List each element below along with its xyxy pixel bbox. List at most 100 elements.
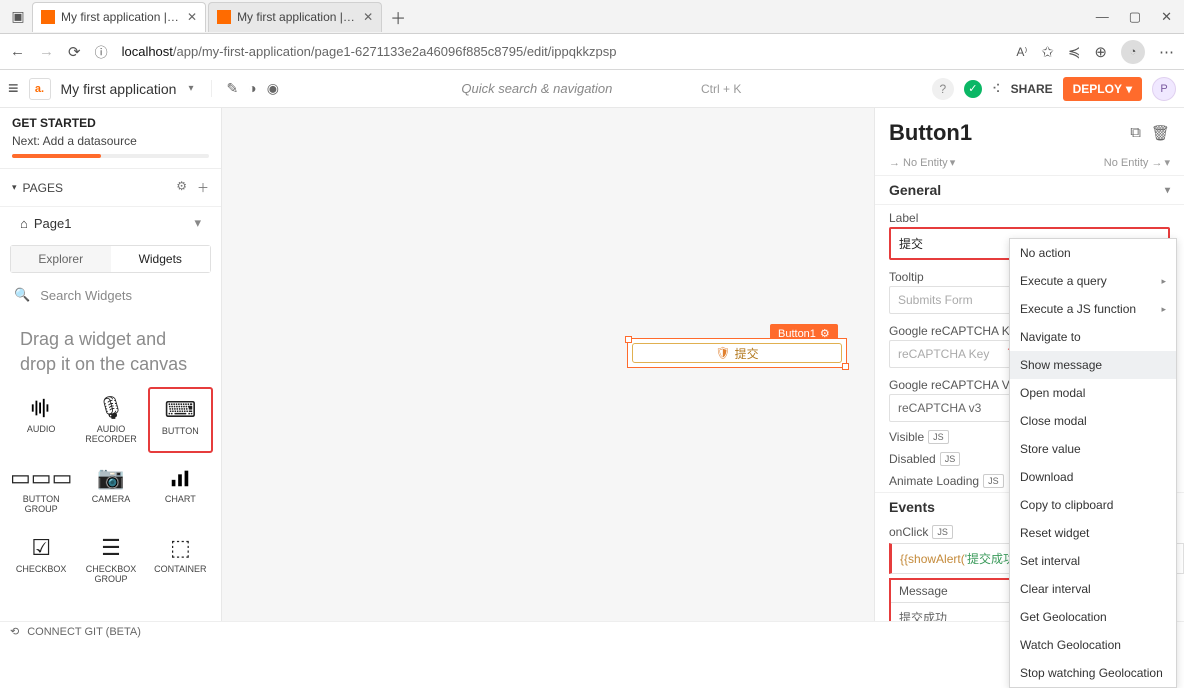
more-icon[interactable]: ⋯: [1159, 43, 1174, 61]
shield-icon: 🛡: [715, 346, 730, 360]
widget-container[interactable]: ⬚CONTAINER: [148, 527, 213, 593]
comment-icon[interactable]: ◑: [248, 80, 256, 97]
back-icon[interactable]: ←: [10, 43, 25, 60]
read-aloud-icon[interactable]: A⁾: [1016, 45, 1027, 59]
deploy-button[interactable]: DEPLOY▾: [1063, 77, 1142, 101]
widget-title[interactable]: Button1: [889, 120, 972, 146]
chevron-down-icon: ▾: [1126, 82, 1132, 96]
tab-explorer[interactable]: Explorer: [11, 246, 111, 272]
refresh-icon[interactable]: ⟳: [68, 43, 81, 61]
prop-label-label: Label: [875, 205, 1184, 227]
add-page-icon[interactable]: ＋: [197, 179, 209, 196]
action-execute-a-query[interactable]: Execute a query▸: [1010, 267, 1176, 295]
share-icon: ⠪: [992, 82, 1001, 96]
action-navigate-to[interactable]: Navigate to: [1010, 323, 1176, 351]
widget-checkbox[interactable]: ☑CHECKBOX: [8, 527, 74, 593]
page-name: Page1: [34, 216, 72, 231]
widget-button[interactable]: ⌨BUTTON: [148, 387, 213, 453]
prop-animate: Animate Loading: [889, 474, 979, 488]
chevron-down-icon[interactable]: ▾: [188, 83, 193, 94]
delete-icon[interactable]: 🗑: [1151, 124, 1170, 142]
app-logo[interactable]: a.: [29, 78, 51, 100]
git-icon[interactable]: ⟲: [10, 625, 19, 638]
chevron-down-icon[interactable]: ▾: [1165, 185, 1170, 196]
new-tab-button[interactable]: ＋: [384, 3, 412, 31]
action-download[interactable]: Download: [1010, 463, 1176, 491]
action-store-value[interactable]: Store value: [1010, 435, 1176, 463]
action-no-action[interactable]: No action: [1010, 239, 1176, 267]
get-started-title: GET STARTED: [12, 116, 209, 130]
prop-onclick: onClick: [889, 525, 928, 539]
site-info-icon[interactable]: ⓘ: [95, 42, 108, 61]
chevron-down-icon[interactable]: ▾: [194, 215, 201, 231]
widget-chart[interactable]: CHART: [148, 457, 213, 523]
edit-icon[interactable]: ✎: [226, 80, 238, 97]
action-set-interval[interactable]: Set interval: [1010, 547, 1176, 575]
selected-widget[interactable]: 🛡提交: [627, 338, 847, 368]
action-get-geolocation[interactable]: Get Geolocation: [1010, 603, 1176, 631]
browser-tab-0[interactable]: My first application | Editor | App ✕: [32, 2, 206, 32]
pages-label: PAGES: [23, 181, 63, 195]
profile-avatar[interactable]: ◔: [1121, 40, 1145, 64]
action-clear-interval[interactable]: Clear interval: [1010, 575, 1176, 603]
shortcut-hint: Ctrl + K: [701, 82, 741, 96]
user-badge[interactable]: P: [1152, 77, 1176, 101]
entity-left[interactable]: → No Entity ▾: [889, 156, 955, 169]
chevron-down-icon: ▾: [1164, 156, 1170, 169]
action-stop-watching-geolocation[interactable]: Stop watching Geolocation: [1010, 659, 1176, 687]
quick-search[interactable]: Quick search & navigation Ctrl + K: [461, 81, 741, 96]
copy-icon[interactable]: ⧉: [1130, 124, 1141, 142]
close-window-icon[interactable]: ✕: [1161, 9, 1172, 25]
entity-right[interactable]: No Entity → ▾: [1104, 156, 1170, 169]
action-dropdown: No actionExecute a query▸Execute a JS fu…: [1009, 238, 1177, 688]
js-toggle[interactable]: JS: [983, 474, 1004, 488]
favorites-bar-icon[interactable]: ≼: [1068, 43, 1081, 61]
action-show-message[interactable]: Show message: [1010, 351, 1176, 379]
action-close-modal[interactable]: Close modal: [1010, 407, 1176, 435]
browser-tabs: ▣ My first application | Editor | App ✕ …: [0, 0, 1184, 34]
preview-icon[interactable]: ◉: [267, 80, 279, 97]
tab-list-icon[interactable]: ▣: [8, 7, 28, 27]
collections-icon[interactable]: ⊕: [1094, 43, 1107, 61]
connect-git-button[interactable]: CONNECT GIT (BETA): [27, 626, 141, 638]
get-started-next[interactable]: Next: Add a datasource: [12, 134, 209, 148]
app-name[interactable]: My first application: [61, 81, 177, 97]
js-toggle[interactable]: JS: [940, 452, 961, 466]
close-tab-icon[interactable]: ✕: [363, 10, 373, 24]
forward-icon: →: [39, 43, 54, 60]
js-toggle[interactable]: JS: [928, 430, 949, 444]
action-watch-geolocation[interactable]: Watch Geolocation: [1010, 631, 1176, 659]
maximize-icon[interactable]: ▢: [1129, 9, 1141, 25]
page-row[interactable]: ⌂ Page1 ▾: [0, 207, 221, 239]
close-tab-icon[interactable]: ✕: [187, 10, 197, 24]
minimize-icon[interactable]: —: [1096, 9, 1109, 25]
menu-icon[interactable]: ≡: [8, 78, 19, 99]
favorite-icon[interactable]: ✩: [1041, 43, 1054, 61]
chevron-down-icon[interactable]: ▾: [12, 182, 17, 193]
url-field[interactable]: localhost/app/my-first-application/page1…: [122, 44, 1003, 59]
action-copy-to-clipboard[interactable]: Copy to clipboard: [1010, 491, 1176, 519]
share-button[interactable]: SHARE: [1011, 82, 1053, 96]
status-ok-icon[interactable]: ✓: [964, 80, 982, 98]
widget-camera[interactable]: 📷CAMERA: [78, 457, 143, 523]
help-icon[interactable]: ?: [932, 78, 954, 100]
action-open-modal[interactable]: Open modal: [1010, 379, 1176, 407]
js-toggle[interactable]: JS: [932, 525, 953, 539]
widget-button-group[interactable]: ▭▭▭BUTTON GROUP: [8, 457, 74, 523]
search-placeholder: Search Widgets: [40, 288, 132, 303]
action-reset-widget[interactable]: Reset widget: [1010, 519, 1176, 547]
tab-widgets[interactable]: Widgets: [111, 246, 211, 272]
tab-title: My first application | Editor | App: [237, 10, 357, 24]
widget-checkbox-group[interactable]: ☰CHECKBOX GROUP: [78, 527, 143, 593]
widget-audio[interactable]: AUDIO: [8, 387, 74, 453]
section-general[interactable]: General: [889, 182, 941, 198]
search-widgets[interactable]: 🔍 Search Widgets: [0, 279, 221, 311]
browser-tab-1[interactable]: My first application | Editor | App ✕: [208, 2, 382, 32]
left-panel: GET STARTED Next: Add a datasource ▾ PAG…: [0, 108, 222, 621]
canvas[interactable]: Button1⚙ 🛡提交: [222, 108, 874, 621]
gear-icon[interactable]: ⚙: [176, 179, 187, 196]
action-execute-a-js-function[interactable]: Execute a JS function▸: [1010, 295, 1176, 323]
home-icon: ⌂: [20, 216, 28, 231]
widget-audio-recorder[interactable]: 🎙AUDIO RECORDER: [78, 387, 143, 453]
properties-panel: Button1 ⧉ 🗑 → No Entity ▾ No Entity → ▾ G…: [874, 108, 1184, 621]
